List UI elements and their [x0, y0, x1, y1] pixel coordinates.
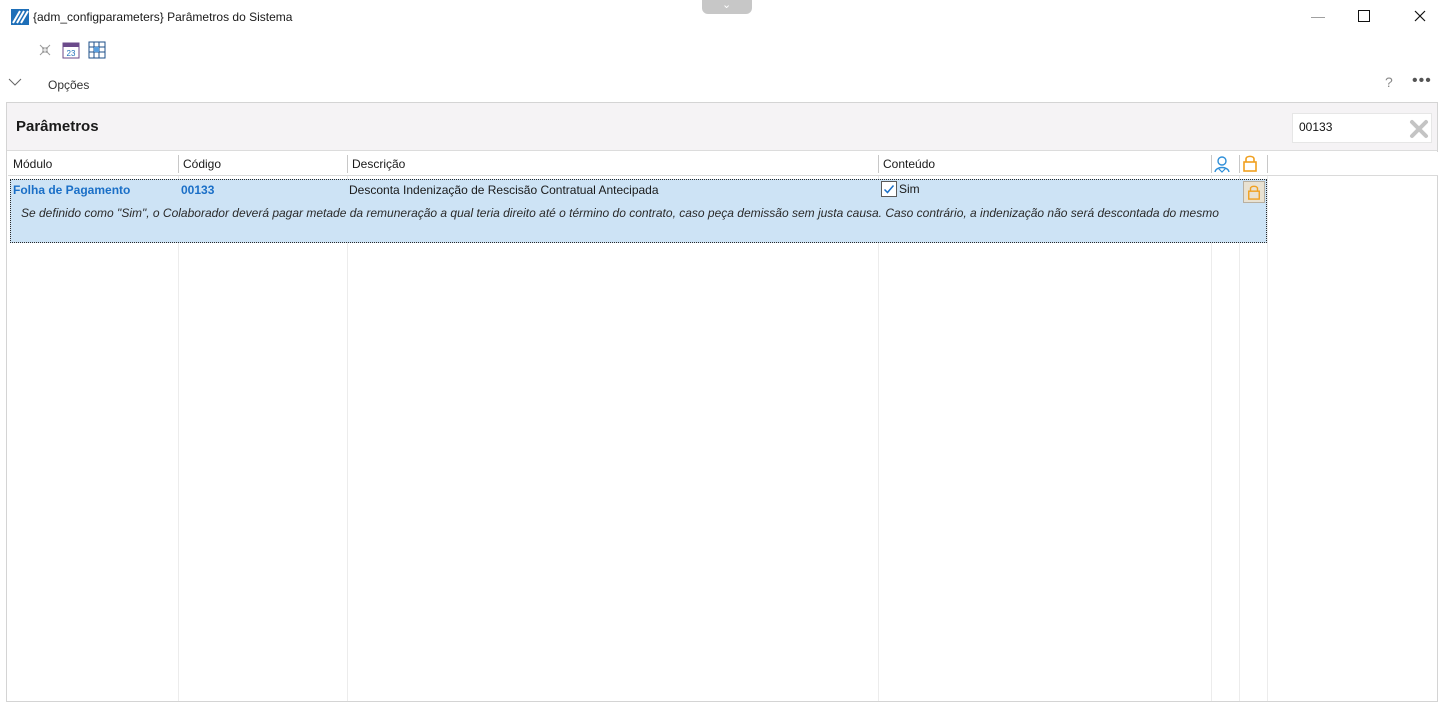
lock-icon[interactable]: [1242, 154, 1258, 173]
maximize-icon: [1358, 10, 1370, 22]
column-header-codigo[interactable]: Código: [183, 157, 221, 171]
header-divider: [878, 155, 879, 173]
calendar-day: 23: [67, 49, 76, 58]
grid-header: Módulo Código Descrição Conteúdo: [8, 152, 1438, 176]
parameters-panel: Parâmetros Módulo Código Descrição Conte…: [6, 102, 1438, 702]
options-bar: Opções ? •••: [0, 72, 1444, 98]
options-label[interactable]: Opções: [48, 78, 89, 92]
checkbox[interactable]: [881, 181, 897, 197]
checkmark-icon: [883, 185, 895, 194]
cell-codigo: 00133: [181, 183, 215, 197]
minimize-button[interactable]: —: [1295, 0, 1341, 32]
column-header-modulo[interactable]: Módulo: [13, 157, 52, 171]
header-divider: [178, 155, 179, 173]
cell-modulo: Folha de Pagamento: [13, 183, 131, 197]
app-logo-icon: [11, 9, 29, 25]
panel-title: Parâmetros: [16, 118, 99, 135]
lock-icon: [1248, 185, 1260, 200]
toolbar: 23: [36, 40, 106, 60]
header-divider: [347, 155, 348, 173]
cell-conteudo-value: Sim: [899, 182, 920, 196]
more-options-icon[interactable]: •••: [1412, 72, 1432, 90]
user-icon[interactable]: [1213, 155, 1231, 173]
chevron-down-icon: ⌄: [722, 0, 732, 11]
panel-header: Parâmetros: [7, 103, 1437, 151]
maximize-button[interactable]: [1341, 0, 1387, 32]
calendar-icon[interactable]: 23: [62, 41, 80, 59]
close-icon: [1414, 10, 1426, 22]
column-header-conteudo[interactable]: Conteúdo: [883, 157, 935, 171]
close-button[interactable]: [1397, 0, 1443, 32]
title-bar: {adm_configparameters} Parâmetros do Sis…: [0, 0, 1444, 36]
parameters-grid: Módulo Código Descrição Conteúdo Folha d…: [8, 152, 1438, 701]
header-divider: [1267, 155, 1268, 173]
row-description-note: Se definido como "Sim", o Colaborador de…: [21, 206, 1219, 220]
help-icon[interactable]: ?: [1385, 74, 1393, 90]
column-header-descricao[interactable]: Descrição: [352, 157, 405, 171]
header-divider: [1239, 155, 1240, 173]
table-row[interactable]: Folha de Pagamento 00133 Desconta Indeni…: [10, 179, 1267, 243]
collapse-icon[interactable]: [36, 41, 54, 59]
clear-search-icon[interactable]: [1409, 119, 1429, 139]
cell-descricao: Desconta Indenização de Rescisão Contrat…: [349, 183, 659, 197]
cell-conteudo[interactable]: Sim: [881, 181, 920, 197]
search-box[interactable]: [1292, 113, 1432, 143]
grid-icon[interactable]: [88, 41, 106, 59]
lock-button[interactable]: [1243, 181, 1265, 203]
chevron-down-icon[interactable]: [8, 75, 22, 89]
dropdown-tab[interactable]: ⌄: [702, 0, 752, 14]
search-input[interactable]: [1299, 120, 1399, 134]
column-divider: [1267, 152, 1268, 701]
header-divider: [1211, 155, 1212, 173]
window-title: {adm_configparameters} Parâmetros do Sis…: [33, 10, 293, 24]
